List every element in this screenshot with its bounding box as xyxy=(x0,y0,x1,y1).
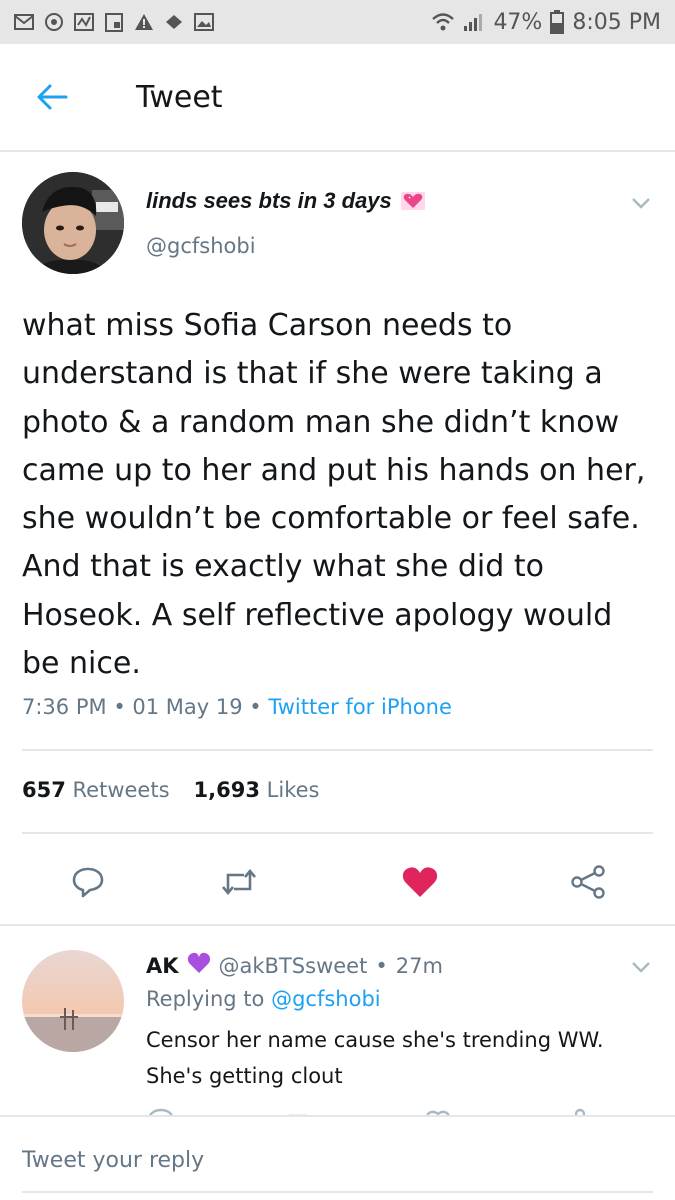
user-handle[interactable]: @gcfshobi xyxy=(146,234,256,258)
tweet-time: 7:36 PM xyxy=(22,695,107,719)
likes-stat[interactable]: 1,693 Likes xyxy=(194,778,320,802)
shield-icon xyxy=(164,12,184,32)
tweet-stats: 657 Retweets 1,693 Likes xyxy=(22,778,319,802)
avatar[interactable] xyxy=(22,172,124,274)
reply-icon xyxy=(72,867,104,898)
reply-input[interactable] xyxy=(22,1143,653,1177)
mail-icon xyxy=(14,12,34,32)
signal-icon xyxy=(463,12,485,32)
divider xyxy=(22,749,653,751)
notification-icons xyxy=(14,12,214,32)
retweet-icon xyxy=(222,868,256,896)
reply-text: Censor her name cause she's trending WW.… xyxy=(146,1028,604,1088)
tweet-text: what miss Sofia Carson needs to understa… xyxy=(22,308,646,682)
replying-mention-link[interactable]: @gcfshobi xyxy=(271,987,381,1011)
replying-to: Replying to @gcfshobi xyxy=(146,987,381,1011)
divider xyxy=(22,832,653,834)
sync-icon xyxy=(44,12,64,32)
retweets-count: 657 xyxy=(22,778,66,802)
share-icon xyxy=(571,865,605,899)
separator: • xyxy=(375,953,388,978)
tweet-source-link[interactable]: Twitter for iPhone xyxy=(268,695,452,719)
arrow-left-icon xyxy=(37,84,68,110)
reply-button[interactable] xyxy=(66,860,110,904)
display-name[interactable]: linds sees bts in 3 days xyxy=(146,188,426,214)
tweet-actions xyxy=(0,852,675,912)
tweet-date: 01 May 19 xyxy=(132,695,243,719)
divider xyxy=(0,924,675,926)
likes-count: 1,693 xyxy=(193,778,260,802)
reply-display-name[interactable]: AK xyxy=(146,954,179,978)
display-name-text: linds sees bts in 3 days xyxy=(146,188,392,213)
reply-time: 27m xyxy=(395,953,443,978)
reply-composer xyxy=(0,1115,675,1200)
reply-header: AK @akBTSsweet • 27m xyxy=(146,952,443,979)
reply-menu-button[interactable] xyxy=(626,952,656,982)
separator: • xyxy=(113,695,126,719)
avatar[interactable] xyxy=(22,950,124,1052)
heart-icon xyxy=(402,867,438,897)
sparkling-heart-icon xyxy=(400,191,426,211)
page-title: Tweet xyxy=(136,79,223,115)
system-status: 47% 8:05 PM xyxy=(431,10,661,35)
warning-icon xyxy=(134,12,154,32)
tweet-menu-button[interactable] xyxy=(626,188,656,218)
retweets-stat[interactable]: 657 Retweets xyxy=(22,778,170,802)
status-bar: 47% 8:05 PM xyxy=(0,0,675,44)
share-button[interactable] xyxy=(566,860,610,904)
tweet-meta: 7:36 PM • 01 May 19 • Twitter for iPhone xyxy=(22,695,452,719)
separator: • xyxy=(249,695,262,719)
retweets-label: Retweets xyxy=(72,778,170,802)
like-button[interactable] xyxy=(398,860,442,904)
likes-label: Likes xyxy=(266,778,320,802)
clipboard-icon xyxy=(104,12,124,32)
back-button[interactable] xyxy=(22,67,82,127)
retweet-button[interactable] xyxy=(217,860,261,904)
purple-heart-icon xyxy=(187,952,211,979)
divider xyxy=(22,1191,653,1193)
battery-icon xyxy=(550,10,565,34)
clock: 8:05 PM xyxy=(572,9,661,35)
gallery-icon xyxy=(74,12,94,32)
chevron-down-icon xyxy=(632,962,650,973)
reply-handle[interactable]: @akBTSsweet xyxy=(219,954,368,978)
wifi-icon xyxy=(431,12,455,32)
replying-prefix: Replying to xyxy=(146,987,265,1011)
app-header: Tweet xyxy=(0,44,675,152)
chevron-down-icon xyxy=(632,198,650,209)
battery-percent: 47% xyxy=(493,9,543,35)
image-icon xyxy=(194,12,214,32)
